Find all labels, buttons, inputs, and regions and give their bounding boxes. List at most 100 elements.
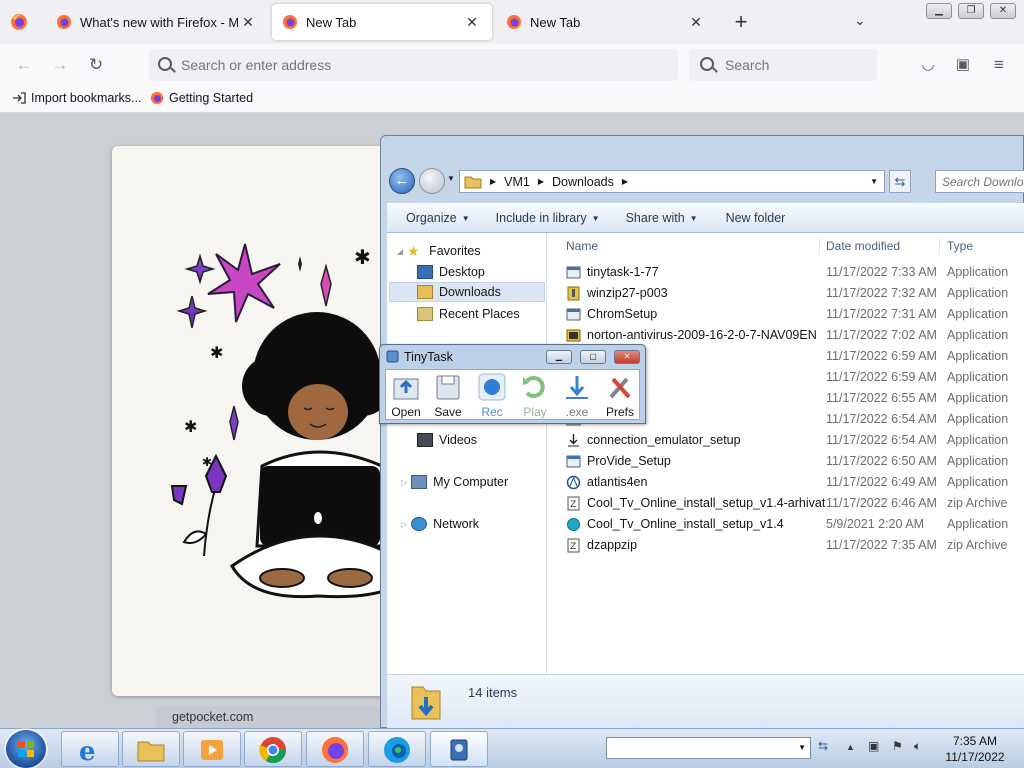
file-type: Application [947, 475, 1009, 489]
play-button[interactable]: Play [515, 373, 555, 419]
taskbar-firefox[interactable] [306, 731, 364, 767]
taskbar-media-player[interactable] [183, 731, 241, 767]
organize-menu[interactable]: Organize ▼ [406, 211, 470, 225]
file-row[interactable]: tinytask-1-77 11/17/2022 7:33 AM Applicati… [547, 262, 1024, 283]
restore-button[interactable]: ❐ [958, 3, 984, 19]
tab-new-tab[interactable]: New Tab ✕ [496, 4, 716, 40]
url-bar[interactable] [149, 49, 678, 81]
file-row[interactable]: Z Cool_Tv_Online_install_setup_v1.4-arhiv… [547, 493, 1024, 514]
search-icon [700, 57, 714, 71]
navigation-pane: ◢ ★ Favorites Desktop Downloads Recent P… [387, 233, 547, 674]
file-row[interactable]: ProVide_Setup 11/17/2022 6:50 AM Applicati… [547, 451, 1024, 472]
tab-title: What's new with Firefox - More [80, 14, 238, 30]
minimize-button[interactable]: ▁ [926, 3, 952, 19]
column-header-name[interactable]: Name [566, 239, 598, 253]
nav-desktop[interactable]: Desktop [417, 262, 485, 282]
recent-pages-chevron-icon[interactable]: ▼ [447, 174, 455, 183]
taskbar-tinytask[interactable] [430, 731, 488, 767]
url-input[interactable] [181, 56, 661, 74]
taskbar-address-field[interactable]: ▼ [606, 737, 811, 759]
extensions-icon[interactable]: ▣ [952, 54, 974, 76]
nav-videos[interactable]: Videos [417, 430, 477, 450]
back-arrow-icon[interactable]: ← [13, 54, 35, 76]
open-button[interactable]: Open [386, 373, 426, 419]
refresh-icon[interactable]: ⇆ [889, 170, 911, 193]
refresh-icon[interactable]: ⇆ [818, 739, 828, 753]
nav-label: Recent Places [439, 307, 520, 321]
taskbar-chrome[interactable] [244, 731, 302, 767]
taskbar-internet-explorer[interactable]: e [61, 731, 119, 767]
file-row[interactable]: Cool_Tv_Online_install_setup_v1.4 5/9/202… [547, 514, 1024, 535]
nav-favorites[interactable]: ◢ ★ Favorites [397, 241, 481, 261]
nav-my-computer[interactable]: ▷ My Computer [401, 472, 508, 492]
system-clock[interactable]: 7:35 AM 11/17/2022 [940, 733, 1010, 765]
close-button[interactable]: ✕ [990, 3, 1016, 19]
file-name: ChromSetup [587, 307, 658, 321]
prefs-button[interactable]: Prefs [600, 373, 640, 419]
start-button[interactable] [6, 730, 46, 768]
breadcrumb-vm1[interactable]: VM1 [504, 175, 530, 189]
save-button[interactable]: Save [428, 373, 468, 419]
nav-network[interactable]: ▷ Network [401, 514, 479, 534]
list-all-tabs-chevron-icon[interactable]: ⌄ [854, 12, 866, 29]
back-button[interactable]: ← [389, 168, 415, 194]
file-type: Application [947, 517, 1009, 531]
search-bar[interactable] [689, 49, 877, 81]
pocket-story-card[interactable]: ✱ ✱ ✱ ✱ [112, 146, 412, 696]
volume-icon[interactable]: 🔈︎ [914, 739, 921, 754]
taskbar-file-explorer[interactable] [122, 731, 180, 767]
show-hidden-icons-arrow[interactable]: ▲ [846, 742, 855, 752]
compile-exe-button[interactable]: .exe [557, 373, 597, 419]
pocket-icon[interactable]: ◡ [917, 54, 939, 76]
tab-whats-new[interactable]: What's new with Firefox - More ✕ [46, 4, 268, 40]
file-name: atlantis4en [587, 475, 648, 489]
breadcrumb-downloads[interactable]: Downloads [552, 175, 614, 189]
minimize-button[interactable]: ▁ [546, 350, 572, 364]
reload-icon[interactable]: ↻ [85, 54, 107, 76]
search-input[interactable] [725, 56, 865, 74]
maximize-button[interactable]: ▢ [580, 350, 606, 364]
include-in-library-menu[interactable]: Include in library ▼ [496, 211, 600, 225]
column-header-date-modified[interactable]: Date modified [826, 239, 900, 253]
close-tab-icon[interactable]: ✕ [686, 14, 706, 31]
hamburger-menu-icon[interactable]: ≡ [988, 54, 1010, 76]
import-bookmarks-link[interactable]: Import bookmarks... [12, 91, 141, 105]
tab-new-tab-active[interactable]: New Tab ✕ [272, 4, 492, 40]
search-downloads-input[interactable] [936, 171, 1024, 192]
file-row[interactable]: Zdzappzip 11/17/2022 7:35 AM zip Archive [547, 535, 1024, 556]
network-icon [411, 517, 428, 531]
record-button[interactable]: Rec [472, 373, 512, 419]
new-tab-plus-icon[interactable]: + [730, 9, 752, 35]
forward-button[interactable] [419, 168, 445, 194]
taskbar-edge[interactable] [368, 731, 426, 767]
nav-recent-places[interactable]: Recent Places [417, 304, 520, 324]
network-tray-icon[interactable]: ▣ [868, 739, 879, 753]
close-button[interactable]: ✕ [614, 350, 640, 364]
address-dropdown-icon[interactable]: ▼ [870, 177, 878, 186]
firefox-logo-icon[interactable] [10, 13, 28, 31]
share-with-menu[interactable]: Share with ▼ [626, 211, 698, 225]
address-dropdown-icon[interactable]: ▼ [798, 743, 806, 752]
file-type: Application [947, 265, 1009, 279]
include-in-library-label: Include in library [495, 211, 587, 225]
search-downloads-box[interactable] [935, 170, 1024, 193]
close-tab-icon[interactable]: ✕ [462, 14, 482, 31]
file-row[interactable]: winzip27-p003 11/17/2022 7:32 AM Applicati… [547, 283, 1024, 304]
file-row[interactable]: norton-antivirus-2009-16-2-0-7-NAV09EN 11… [547, 325, 1024, 346]
file-row[interactable]: ChromSetup 11/17/2022 7:31 AM Application [547, 304, 1024, 325]
record-icon [478, 373, 506, 401]
tool-label: Rec [481, 405, 503, 419]
close-tab-icon[interactable]: ✕ [238, 14, 258, 31]
column-divider[interactable] [939, 237, 940, 255]
save-disk-icon [436, 375, 460, 400]
nav-downloads[interactable]: Downloads [389, 282, 545, 302]
getting-started-bookmark[interactable]: Getting Started [150, 91, 253, 105]
forward-arrow-icon[interactable]: → [49, 54, 71, 76]
new-folder-button[interactable]: New folder [726, 211, 786, 225]
action-center-flag-icon[interactable]: ⚑ [892, 739, 903, 753]
file-row[interactable]: atlantis4en 11/17/2022 6:49 AM Application [547, 472, 1024, 493]
file-row[interactable]: connection_emulator_setup 11/17/2022 6:54… [547, 430, 1024, 451]
address-bar[interactable]: ▶ VM1 ▶ Downloads ▶ ▼ [459, 170, 885, 193]
column-header-type[interactable]: Type [947, 239, 973, 253]
column-divider[interactable] [819, 237, 820, 255]
